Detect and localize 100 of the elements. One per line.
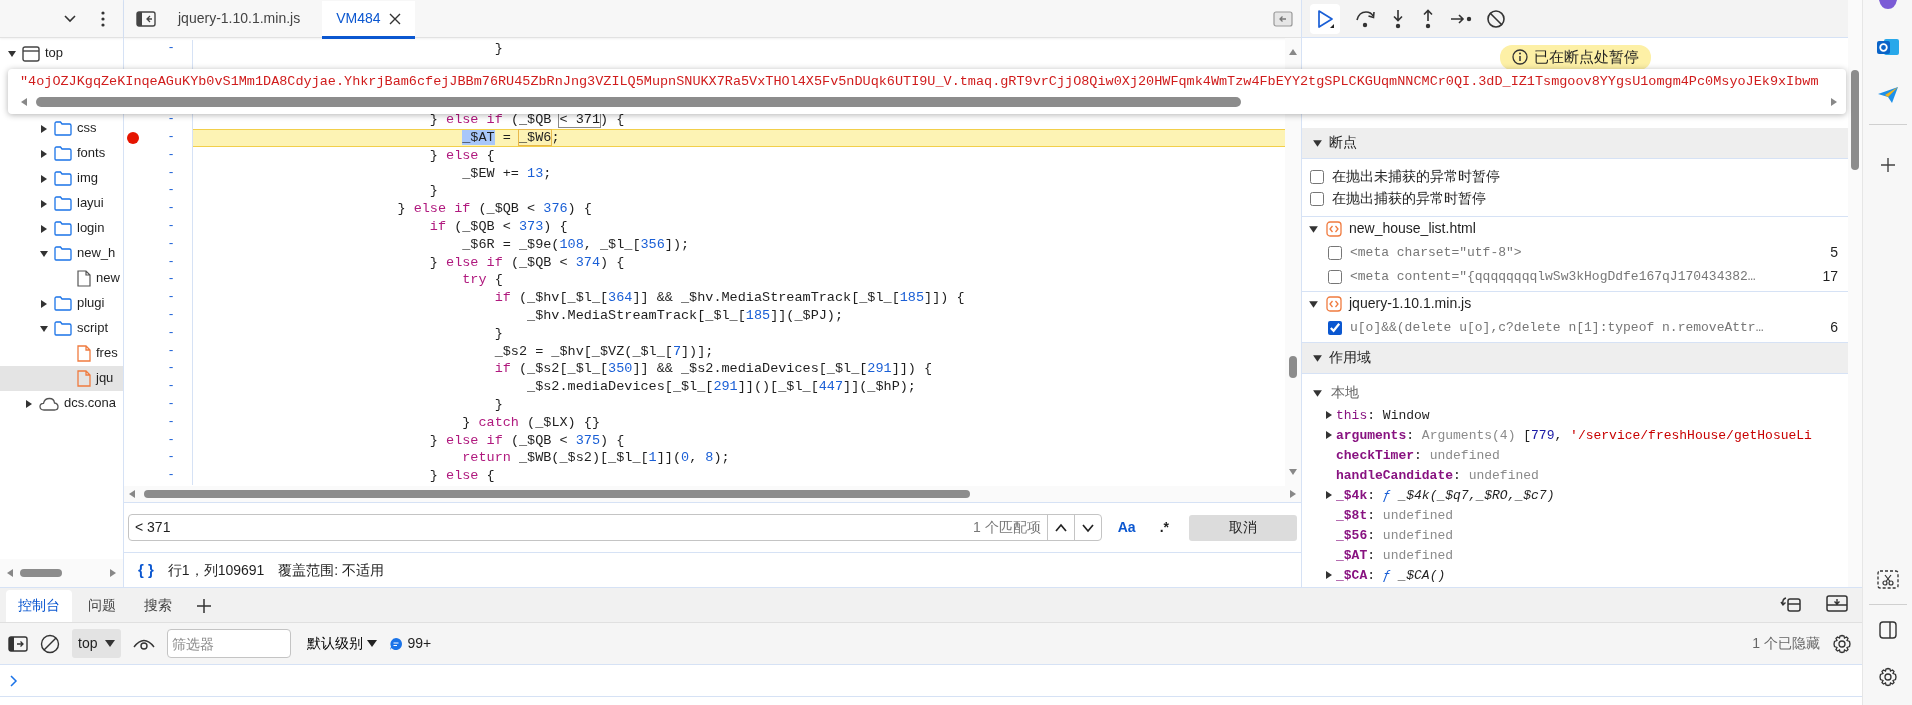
variable-entry: _$AT: undefined (1336, 547, 1454, 565)
add-tab-icon[interactable] (196, 598, 212, 614)
expand-triangle-icon[interactable] (39, 223, 49, 234)
resume-button[interactable] (1310, 3, 1340, 34)
caret-icon (367, 639, 378, 648)
checkbox[interactable] (1328, 270, 1342, 284)
chevron-down-icon[interactable] (1080, 522, 1095, 533)
tree-item[interactable]: fres (0, 341, 123, 366)
tree-item[interactable]: layui (0, 191, 123, 216)
window-icon (22, 45, 40, 62)
scroll-down-icon[interactable] (1288, 468, 1298, 476)
expand-triangle-icon[interactable] (39, 198, 49, 209)
expand-triangle-icon[interactable] (1312, 387, 1323, 399)
tree-item[interactable]: top (0, 41, 123, 66)
variable-entry: checkTimer: undefined (1336, 447, 1500, 465)
drawer-tab[interactable]: 搜索 (132, 590, 184, 622)
expand-triangle-icon[interactable] (1308, 223, 1319, 235)
scroll-right-icon[interactable] (1289, 489, 1297, 499)
line-number: 6 (1830, 319, 1838, 337)
filter-field[interactable]: 筛选器 (167, 629, 292, 658)
expand-triangle-icon[interactable] (1308, 298, 1319, 310)
settings-icon[interactable] (1877, 667, 1898, 687)
expand-triangle-icon[interactable] (39, 248, 49, 259)
undock-icon[interactable] (1780, 594, 1802, 614)
tree-item[interactable]: new (0, 266, 123, 291)
app-icon[interactable] (1876, 0, 1899, 10)
drawer-tab[interactable]: 问题 (76, 590, 128, 622)
section-header[interactable]: 作用域 (1302, 343, 1848, 374)
scroll-up-icon[interactable] (1288, 48, 1298, 56)
tree-item[interactable]: plugi (0, 291, 123, 316)
checkbox[interactable] (1328, 321, 1342, 335)
drawer-tab[interactable]: 控制台 (6, 590, 72, 622)
tree-item[interactable]: script (0, 316, 123, 341)
file-tab[interactable]: VM484 (322, 1, 415, 39)
panel-toggle-icon[interactable] (1273, 10, 1293, 27)
chevron-down-icon[interactable] (63, 13, 77, 24)
expand-triangle-icon[interactable] (39, 323, 49, 334)
cancel-button[interactable]: 取消 (1189, 514, 1297, 541)
code-file-icon (1326, 296, 1342, 312)
side-panel-icon[interactable] (1878, 621, 1897, 639)
add-icon[interactable] (1879, 157, 1896, 173)
pretty-print-button[interactable]: { } (138, 561, 154, 580)
search-field[interactable]: < 371 (129, 518, 974, 537)
expand-triangle-icon[interactable] (1324, 410, 1334, 421)
file-icon (77, 345, 91, 362)
expand-triangle-icon[interactable] (1324, 430, 1334, 441)
context-select[interactable]: top (72, 629, 122, 658)
section-header[interactable]: 断点 (1302, 128, 1848, 159)
checkbox-label: 在抛出捕获的异常时暂停 (1332, 190, 1486, 208)
sidebar-toggle-icon[interactable] (136, 10, 156, 27)
breakpoint-icon[interactable] (127, 131, 139, 144)
step-over-icon[interactable] (1354, 8, 1376, 29)
code-line: } (493, 40, 504, 58)
expand-triangle-icon[interactable] (1324, 570, 1334, 581)
file-tab[interactable]: jquery-1.10.1.min.js (164, 1, 315, 39)
scroll-right-icon[interactable] (1830, 97, 1838, 107)
more-options-icon[interactable] (101, 10, 105, 27)
scope-group-label: 本地 (1331, 384, 1359, 402)
expand-triangle-icon[interactable] (24, 398, 34, 409)
expand-triangle-icon[interactable] (39, 148, 49, 159)
chevron-up-icon[interactable] (1053, 522, 1068, 533)
close-icon[interactable] (388, 12, 401, 25)
dock-bottom-icon[interactable] (1826, 594, 1848, 614)
code-line: } (493, 395, 504, 414)
scroll-left-icon[interactable] (128, 489, 136, 499)
match-case-toggle[interactable]: Aa (1113, 518, 1140, 537)
tree-item[interactable]: fonts (0, 141, 123, 166)
code-line: } else { (428, 146, 496, 165)
expand-triangle-icon[interactable] (1324, 490, 1334, 501)
search-box[interactable]: < 371 1 个匹配项 (128, 514, 1102, 541)
clear-console-icon[interactable] (40, 633, 60, 654)
code-line: } (493, 324, 504, 343)
log-level-select[interactable]: 默认级别 (307, 634, 378, 653)
tree-item[interactable]: login (0, 216, 123, 241)
scroll-left-icon[interactable] (6, 568, 14, 578)
deactivate-breakpoints-icon[interactable] (1486, 8, 1506, 29)
screenshot-icon[interactable] (1876, 570, 1899, 590)
expand-triangle-icon[interactable] (39, 173, 49, 184)
tree-item[interactable]: jqu (0, 366, 123, 391)
tree-item[interactable]: css (0, 116, 123, 141)
tree-item[interactable]: new_h (0, 241, 123, 266)
expand-triangle-icon[interactable] (1312, 352, 1323, 364)
code-line: _$s2.mediaDevices[_$l_[291]]()[_$l_[447]](_$hP); (526, 378, 917, 396)
tree-item[interactable]: img (0, 166, 123, 191)
scroll-right-icon[interactable] (109, 568, 117, 578)
regex-toggle[interactable]: .* (1151, 518, 1177, 537)
send-app-icon[interactable] (1876, 86, 1899, 104)
expand-triangle-icon[interactable] (39, 298, 49, 309)
mail-app-icon[interactable] (1875, 36, 1900, 58)
checkbox[interactable] (1310, 170, 1324, 184)
expand-triangle-icon[interactable] (1312, 137, 1323, 149)
section-title: 断点 (1329, 134, 1357, 152)
expand-triangle-icon[interactable] (39, 123, 49, 134)
tree-item[interactable]: dcs.cona (0, 391, 123, 416)
checkbox[interactable] (1310, 192, 1324, 206)
settings-icon[interactable] (1832, 633, 1852, 654)
sidebar-toggle-icon[interactable] (8, 635, 28, 652)
scroll-left-icon[interactable] (20, 97, 28, 107)
expand-triangle-icon[interactable] (7, 48, 17, 59)
checkbox[interactable] (1328, 246, 1342, 260)
